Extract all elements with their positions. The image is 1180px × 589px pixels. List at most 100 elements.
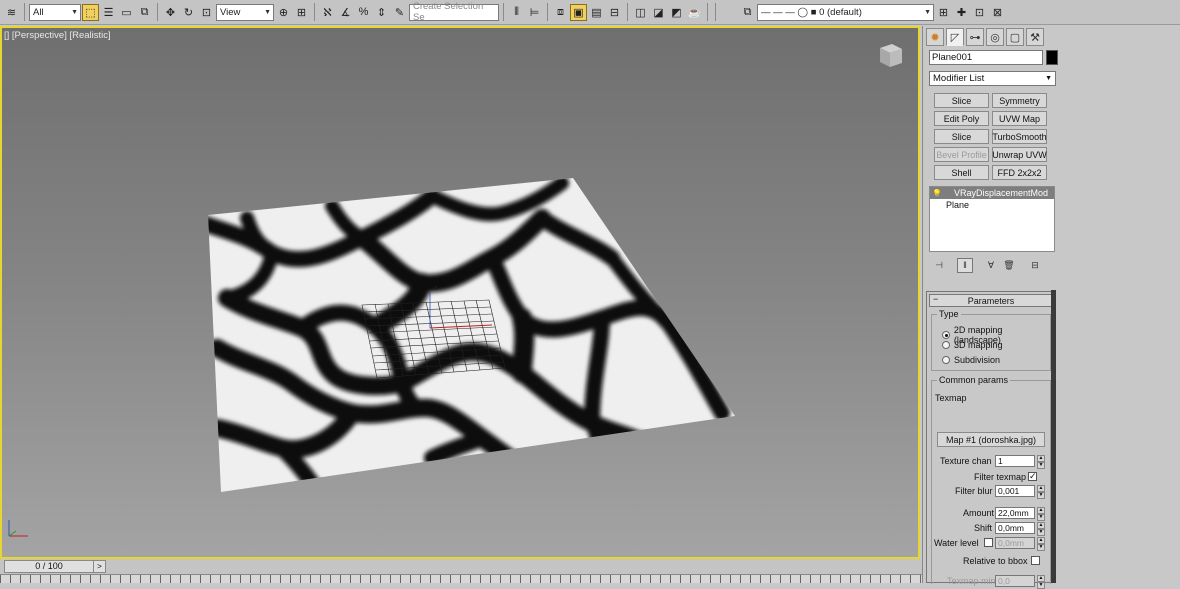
- viewport-label[interactable]: [] [Perspective] [Realistic]: [4, 30, 111, 41]
- viewcube-icon[interactable]: [876, 40, 904, 70]
- toolbar-separator: [314, 3, 315, 21]
- water-level-spinner[interactable]: 0,0mm ▲ ▼: [995, 537, 1045, 551]
- add-to-layer-icon[interactable]: ✚: [953, 4, 970, 21]
- texture-chan-spinner[interactable]: 1 ▲ ▼: [995, 455, 1045, 469]
- water-level-checkbox[interactable]: [984, 538, 993, 547]
- modifier-button[interactable]: Slice: [934, 129, 989, 144]
- layer-manager-icon[interactable]: ⧉: [739, 4, 756, 21]
- radio-button[interactable]: [942, 341, 950, 349]
- percent-snap-icon[interactable]: %: [355, 4, 372, 21]
- rendered-frame-icon[interactable]: ◩: [668, 4, 685, 21]
- toggle-ribbon-icon[interactable]: ▣: [570, 3, 587, 21]
- chevron-down-icon: ▼: [71, 8, 78, 16]
- snap-toggle-icon[interactable]: ℵ: [319, 4, 336, 21]
- show-end-result-icon[interactable]: ‖: [957, 257, 973, 273]
- align-icon[interactable]: ⊨: [526, 4, 543, 21]
- water-level-field[interactable]: 0,0mm: [995, 537, 1035, 549]
- pin-stack-icon[interactable]: ⊣: [931, 258, 947, 273]
- material-editor-icon[interactable]: ◫: [632, 4, 649, 21]
- command-panel-scrollbar[interactable]: [1051, 290, 1056, 583]
- schematic-view-icon[interactable]: ⊟: [606, 4, 623, 21]
- select-in-layer-icon[interactable]: ⊡: [971, 4, 988, 21]
- time-slider[interactable]: 0 / 100 >: [4, 560, 106, 573]
- pivot-center-icon[interactable]: ⊕: [275, 4, 292, 21]
- reference-coordinate-dropdown[interactable]: View ▼: [216, 3, 274, 21]
- shift-spinner[interactable]: 0,0mm ▲ ▼: [995, 522, 1045, 536]
- selection-filter-dropdown[interactable]: All ▼: [29, 3, 81, 21]
- render-setup-icon[interactable]: ◪: [650, 4, 667, 21]
- frame-ruler[interactable]: [0, 574, 922, 583]
- stack-item-plane[interactable]: Plane: [930, 199, 1054, 211]
- display-tab-icon[interactable]: ▢: [1006, 28, 1024, 46]
- remove-modifier-icon[interactable]: 🗑: [1001, 258, 1017, 273]
- select-object-icon[interactable]: ⬚: [82, 3, 99, 21]
- modifier-button[interactable]: Unwrap UVW: [992, 147, 1047, 162]
- create-tab-icon[interactable]: ✹: [926, 28, 944, 46]
- rotate-icon[interactable]: ↻: [180, 4, 197, 21]
- edit-named-selection-icon[interactable]: ✎: [391, 4, 408, 21]
- filter-blur-spinner[interactable]: 0,001 ▲ ▼: [995, 485, 1045, 499]
- modifier-button[interactable]: FFD 2x2x2: [992, 165, 1047, 180]
- modifier-button[interactable]: Shell: [934, 165, 989, 180]
- radio-button[interactable]: [942, 356, 950, 364]
- parameters-rollout-header[interactable]: − Parameters: [929, 294, 1053, 307]
- utilities-tab-icon[interactable]: ⚒: [1026, 28, 1044, 46]
- select-manipulate-icon[interactable]: ⊞: [293, 4, 310, 21]
- object-color-swatch[interactable]: [1046, 50, 1058, 65]
- relative-bbox-checkbox[interactable]: [1031, 556, 1040, 565]
- select-by-name-icon[interactable]: ☰: [100, 4, 117, 21]
- amount-spinner[interactable]: 22,0mm ▲ ▼: [995, 507, 1045, 521]
- amount-field[interactable]: 22,0mm: [995, 507, 1035, 519]
- modifier-list-label: Modifier List: [933, 73, 985, 84]
- spinner-snap-icon[interactable]: ⇕: [373, 4, 390, 21]
- layer-dropdown[interactable]: — — — ◯ ■ 0 (default) ▼: [757, 3, 934, 21]
- filter-texmap-checkbox[interactable]: ✓: [1028, 472, 1037, 481]
- modifier-button[interactable]: Symmetry: [992, 93, 1047, 108]
- texmap-min-field[interactable]: 0,0: [995, 575, 1035, 587]
- spinner-arrows[interactable]: ▲ ▼: [1037, 522, 1045, 536]
- stack-item-vraydisplacementmod[interactable]: 💡 VRayDisplacementMod: [930, 187, 1054, 199]
- type-option-subdivision[interactable]: Subdivision: [942, 355, 1000, 365]
- undo-icon[interactable]: ≋: [3, 4, 20, 21]
- render-icon[interactable]: ☕: [686, 4, 703, 21]
- next-frame-button[interactable]: >: [93, 561, 105, 572]
- modifier-button[interactable]: Slice: [934, 93, 989, 108]
- texmap-button[interactable]: Map #1 (doroshka.jpg): [937, 432, 1045, 447]
- toolbar-separator: [707, 3, 708, 21]
- modifier-button[interactable]: Edit Poly: [934, 111, 989, 126]
- perspective-viewport[interactable]: z [] [Perspective] [Realistic]: [0, 26, 920, 559]
- modifier-button[interactable]: UVW Map: [992, 111, 1047, 126]
- scale-icon[interactable]: ⊡: [198, 4, 215, 21]
- layer-explorer-icon[interactable]: ⧈: [552, 4, 569, 21]
- motion-tab-icon[interactable]: ◎: [986, 28, 1004, 46]
- curve-editor-icon[interactable]: ▤: [588, 4, 605, 21]
- set-current-layer-icon[interactable]: ⊠: [989, 4, 1006, 21]
- window-crossing-icon[interactable]: ⧉: [136, 4, 153, 21]
- angle-snap-icon[interactable]: ∡: [337, 4, 354, 21]
- create-layer-icon[interactable]: ⊞: [935, 4, 952, 21]
- modifier-button[interactable]: Bevel Profile: [934, 147, 989, 162]
- rectangular-selection-icon[interactable]: ▭: [118, 4, 135, 21]
- named-selection-set-input[interactable]: Create Selection Se: [409, 1, 499, 23]
- lightbulb-icon[interactable]: 💡: [930, 189, 944, 198]
- spinner-arrows[interactable]: ▲ ▼: [1037, 537, 1045, 551]
- mirror-icon[interactable]: ⫴: [508, 4, 525, 21]
- hierarchy-tab-icon[interactable]: ⊶: [966, 28, 984, 46]
- make-unique-icon[interactable]: ∀: [983, 258, 999, 273]
- modifier-button[interactable]: TurboSmooth: [992, 129, 1047, 144]
- texmap-min-spinner[interactable]: 0,0 ▲ ▼: [995, 575, 1045, 589]
- shift-field[interactable]: 0,0mm: [995, 522, 1035, 534]
- object-name-field[interactable]: Plane001: [929, 50, 1043, 65]
- spinner-arrows[interactable]: ▲ ▼: [1037, 575, 1045, 589]
- spinner-arrows[interactable]: ▲ ▼: [1037, 485, 1045, 499]
- modifier-list-dropdown[interactable]: Modifier List ▼: [929, 71, 1056, 86]
- move-icon[interactable]: ✥: [162, 4, 179, 21]
- modify-tab-icon[interactable]: ◸: [946, 28, 964, 46]
- filter-blur-field[interactable]: 0,001: [995, 485, 1035, 497]
- type-option-3d[interactable]: 3D mapping: [942, 340, 1003, 350]
- spinner-arrows[interactable]: ▲ ▼: [1037, 507, 1045, 521]
- radio-button[interactable]: [942, 331, 950, 339]
- spinner-arrows[interactable]: ▲ ▼: [1037, 455, 1045, 469]
- configure-modifier-sets-icon[interactable]: ⊟: [1027, 258, 1043, 273]
- texture-chan-field[interactable]: 1: [995, 455, 1035, 467]
